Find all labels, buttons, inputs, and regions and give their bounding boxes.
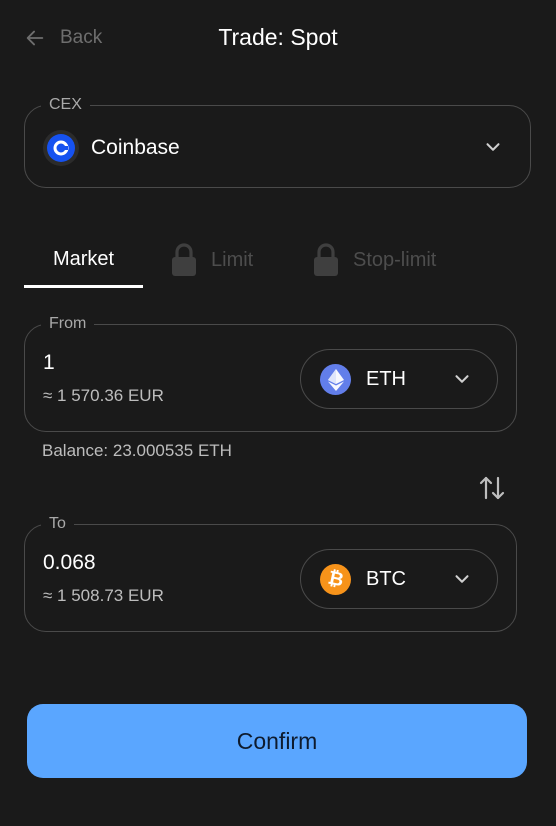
swap-arrows-icon[interactable] (478, 474, 506, 502)
to-legend: To (41, 514, 74, 534)
order-type-tabs: Market Limit Stop-limit (24, 233, 531, 289)
ethereum-icon (320, 364, 351, 395)
to-amount-card: To 0.068 ≈ 1 508.73 EUR ₿ BTC (24, 514, 517, 632)
chevron-down-icon (455, 575, 469, 583)
lock-icon (314, 243, 338, 276)
from-fiat-value: ≈ 1 570.36 EUR (43, 386, 164, 405)
cex-selected-value: Coinbase (91, 136, 180, 159)
to-amount-input[interactable]: 0.068 (43, 551, 96, 575)
cex-select[interactable]: CEX Coinbase (24, 95, 531, 188)
page-title: Trade: Spot (218, 24, 338, 50)
tab-market-label: Market (52, 247, 115, 270)
coinbase-logo-icon (43, 130, 79, 166)
from-amount-input[interactable]: 1 (43, 351, 55, 375)
tab-stop-limit[interactable]: Stop-limit (313, 233, 436, 287)
chevron-down-icon (486, 143, 500, 151)
to-fiat-value: ≈ 1 508.73 EUR (43, 586, 164, 605)
to-token-symbol: BTC (366, 568, 406, 590)
confirm-button[interactable]: Confirm (27, 704, 527, 778)
to-token-select[interactable]: ₿ BTC (300, 549, 498, 609)
from-token-select[interactable]: ETH (300, 349, 498, 409)
tab-limit-label: Limit (211, 248, 254, 271)
from-amount-card: From 1 ≈ 1 570.36 EUR ETH (24, 314, 517, 432)
from-legend: From (41, 314, 95, 334)
tab-limit[interactable]: Limit (171, 233, 253, 287)
lock-icon (172, 243, 196, 276)
trade-spot-screen: Back Trade: Spot CEX Coinbase Market Lim… (0, 0, 556, 826)
balance-text: Balance: 23.000535 ETH (42, 441, 232, 460)
bitcoin-icon: ₿ (320, 564, 351, 595)
from-token-symbol: ETH (366, 368, 406, 390)
tab-market[interactable]: Market (24, 233, 143, 288)
tab-stop-limit-label: Stop-limit (353, 248, 437, 271)
chevron-down-icon (455, 375, 469, 383)
cex-legend: CEX (41, 95, 90, 115)
